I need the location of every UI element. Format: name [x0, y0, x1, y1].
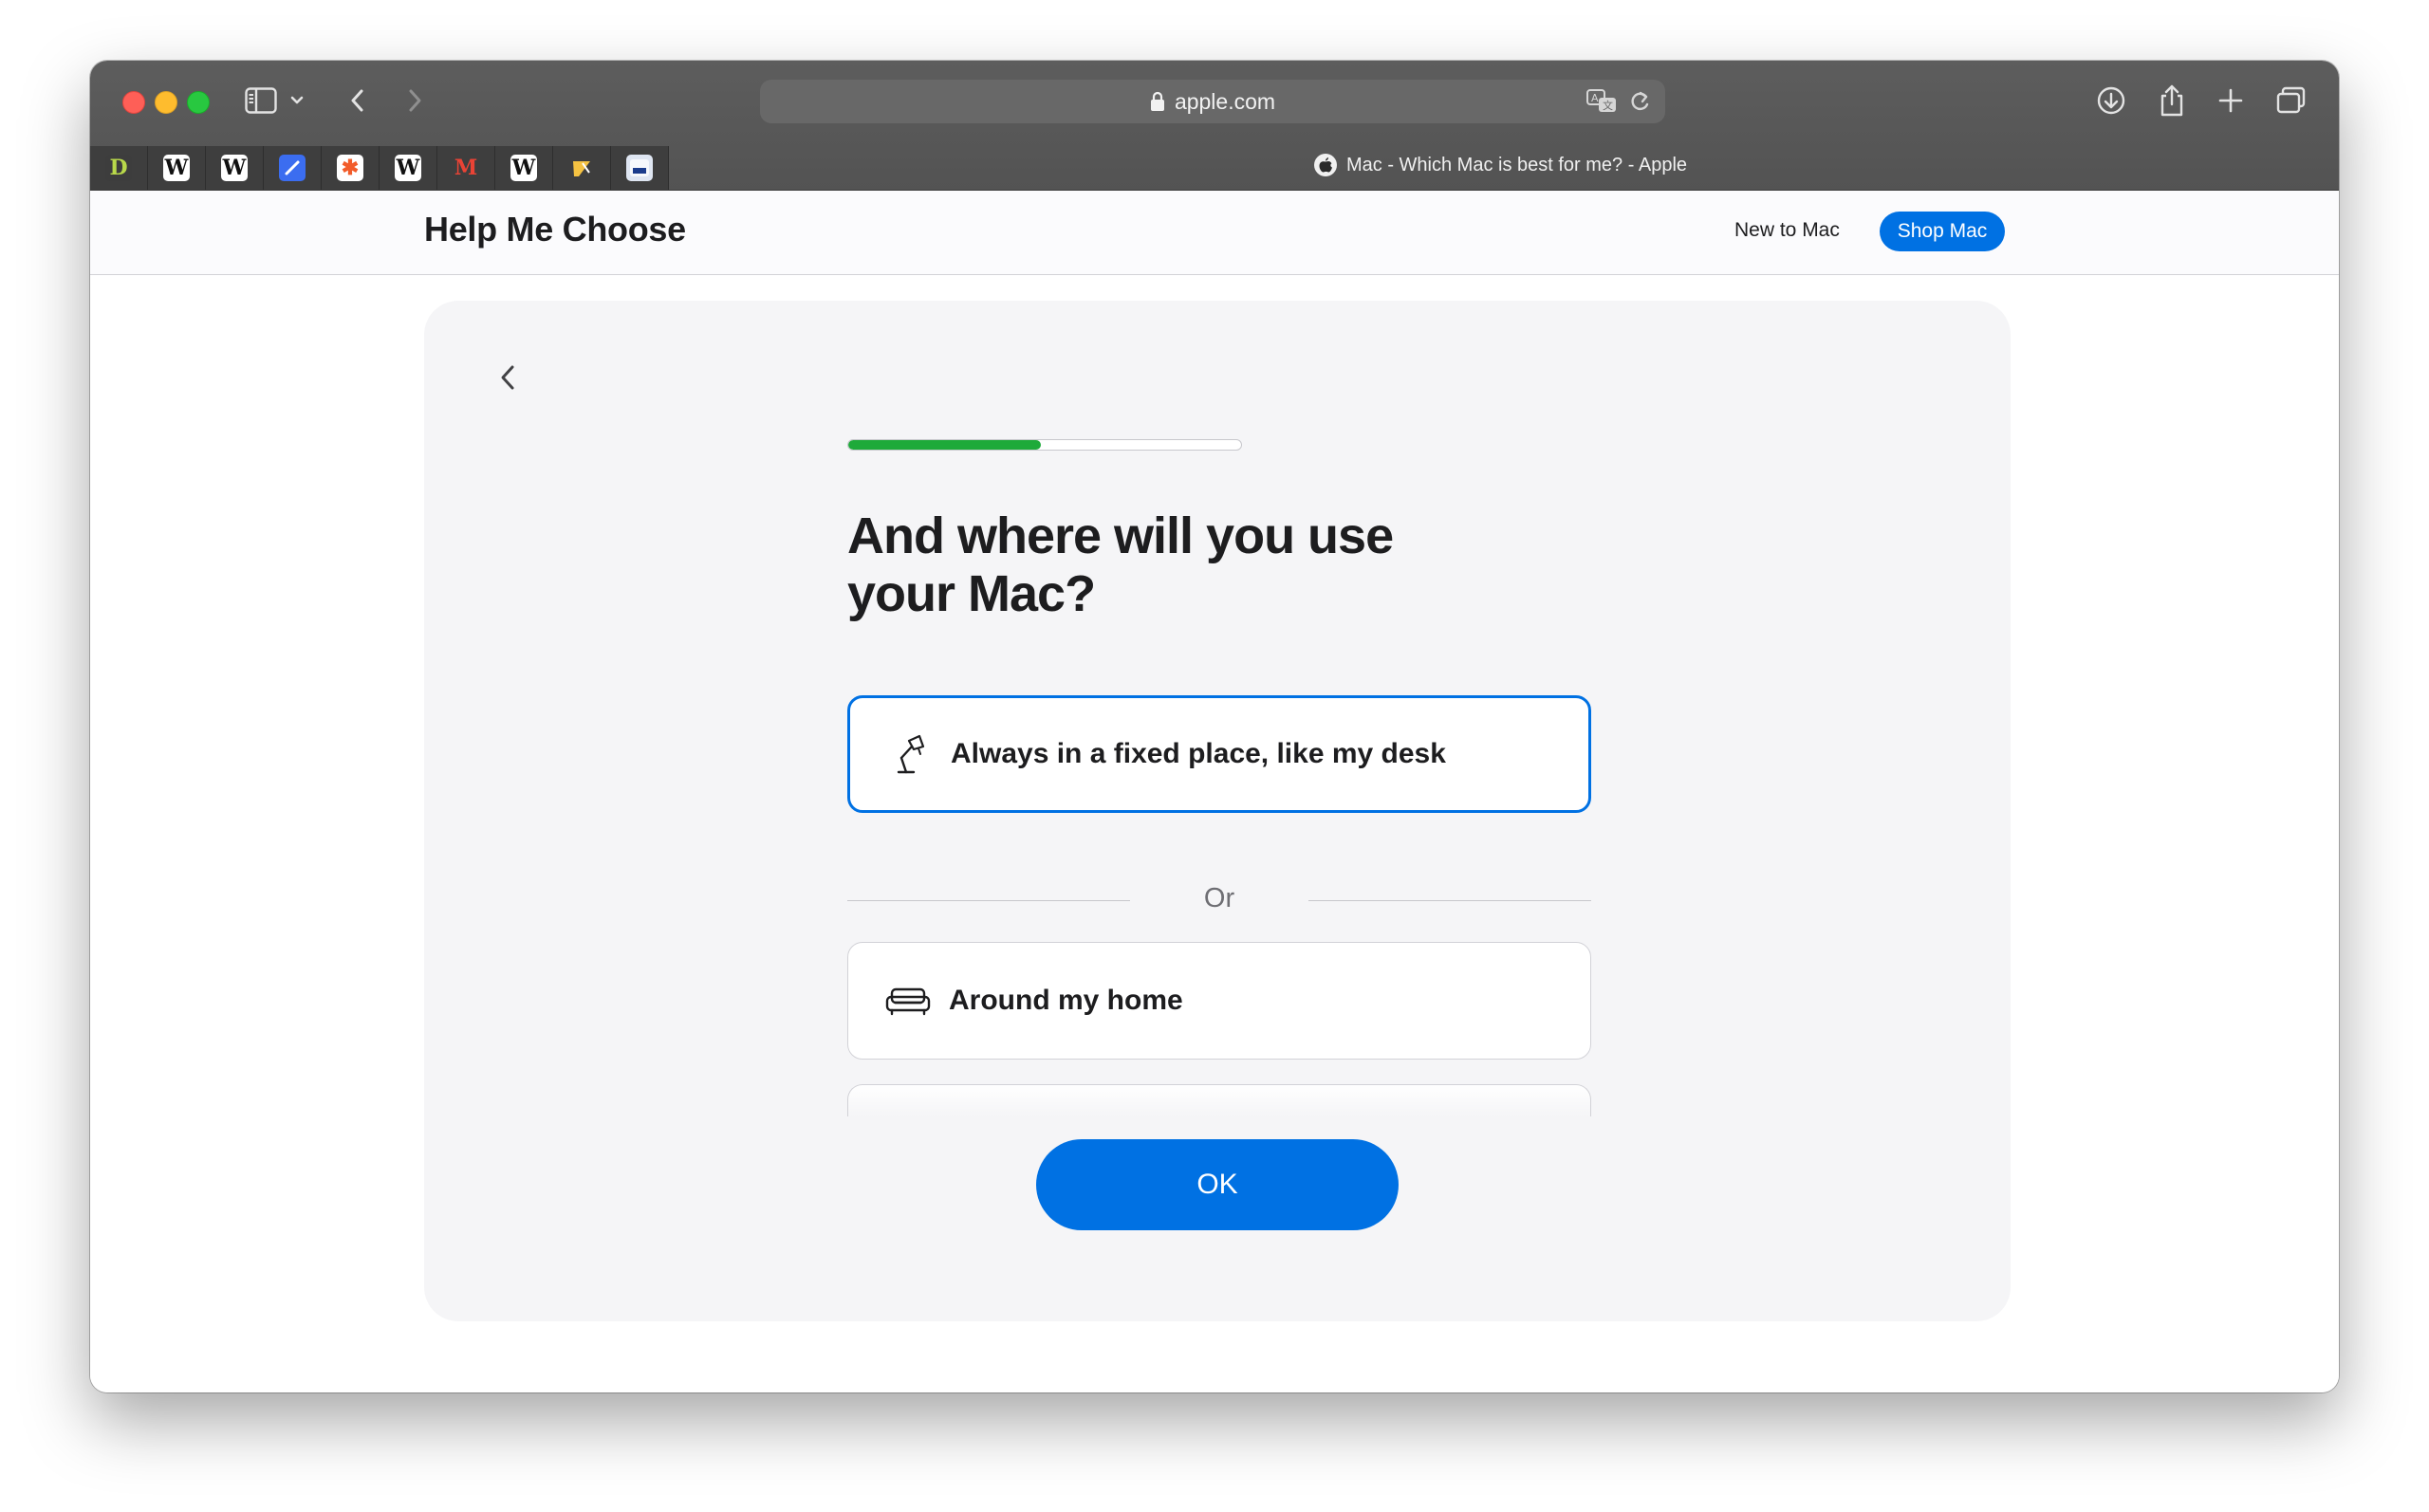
- quiz-card: And where will you use your Mac? Always …: [424, 301, 2011, 1321]
- window-app-icon: [626, 155, 653, 181]
- svg-text:A: A: [1591, 92, 1599, 104]
- ok-button[interactable]: OK: [1036, 1139, 1399, 1230]
- sofa-icon: [884, 986, 932, 1016]
- favorite-3[interactable]: [264, 146, 322, 190]
- quiz-question: And where will you use your Mac?: [847, 507, 1394, 622]
- screenshot-stage: apple.com A文 D W W ✱ W M W Mac - Which M…: [0, 0, 2429, 1512]
- favorite-7[interactable]: W: [495, 146, 553, 190]
- wikipedia-icon: W: [163, 155, 190, 181]
- share-icon[interactable]: [2153, 80, 2191, 121]
- favorite-4[interactable]: ✱: [322, 146, 380, 190]
- back-arrow-icon[interactable]: [339, 80, 377, 121]
- or-text: Or: [1203, 883, 1235, 913]
- page-title: Help Me Choose: [424, 210, 686, 249]
- option-fixed-place-label: Always in a fixed place, like my desk: [951, 738, 1446, 769]
- forward-arrow-icon[interactable]: [396, 80, 434, 121]
- translate-icon[interactable]: A文: [1585, 87, 1618, 121]
- pen-app-icon: [279, 155, 306, 181]
- tab-overview-icon[interactable]: [2272, 80, 2310, 121]
- shop-mac-button[interactable]: Shop Mac: [1880, 212, 2005, 251]
- minimize-window-button[interactable]: [155, 91, 177, 114]
- favorite-8[interactable]: [553, 146, 611, 190]
- asterisk-app-icon: ✱: [337, 155, 363, 181]
- browser-toolbar: apple.com A文 D W W ✱ W M W Mac - Which M…: [90, 61, 2339, 191]
- lock-icon: [1150, 91, 1165, 112]
- zoom-window-button[interactable]: [187, 91, 210, 114]
- active-tab[interactable]: Mac - Which Mac is best for me? - Apple: [1314, 154, 1687, 176]
- quiz-back-chevron-icon[interactable]: [498, 361, 519, 398]
- gmail-icon: M: [453, 155, 479, 181]
- favorites-bar: D W W ✱ W M W: [90, 146, 669, 190]
- wikipedia-icon: W: [510, 155, 537, 181]
- wikipedia-icon: W: [221, 155, 248, 181]
- favorite-0[interactable]: D: [90, 146, 148, 190]
- new-to-mac-link[interactable]: New to Mac: [1734, 219, 1840, 242]
- option-partially-visible[interactable]: [847, 1084, 1591, 1116]
- option-around-home[interactable]: Around my home: [847, 942, 1591, 1060]
- option-fixed-place[interactable]: Always in a fixed place, like my desk: [847, 695, 1591, 813]
- reload-icon[interactable]: [1627, 87, 1652, 121]
- new-tab-plus-icon[interactable]: [2212, 80, 2250, 121]
- downloads-icon[interactable]: [2092, 80, 2130, 121]
- translate-app-icon: [568, 155, 595, 181]
- sidebar-toggle-icon[interactable]: [242, 80, 280, 121]
- browser-window: apple.com A文 D W W ✱ W M W Mac - Which M…: [90, 61, 2339, 1392]
- d-app-icon: D: [105, 155, 132, 181]
- option-around-home-label: Around my home: [949, 985, 1183, 1016]
- tab-title-text: Mac - Which Mac is best for me? - Apple: [1346, 154, 1688, 175]
- local-nav: Help Me Choose New to Mac Shop Mac: [90, 191, 2339, 275]
- favorite-2[interactable]: W: [206, 146, 264, 190]
- quiz-progress-bar: [847, 439, 1242, 451]
- address-bar[interactable]: apple.com A文: [760, 80, 1665, 123]
- divider-line-right: [1308, 900, 1591, 901]
- or-divider: Or: [847, 881, 1591, 919]
- web-page: Help Me Choose New to Mac Shop Mac And w…: [90, 191, 2339, 1392]
- close-window-button[interactable]: [122, 91, 145, 114]
- favorite-5[interactable]: W: [380, 146, 437, 190]
- favorite-6[interactable]: M: [437, 146, 495, 190]
- svg-text:文: 文: [1603, 99, 1613, 112]
- desk-lamp-icon: [886, 733, 934, 775]
- chevron-down-icon[interactable]: [286, 80, 308, 121]
- apple-favicon-icon: [1314, 154, 1337, 176]
- quiz-progress-fill: [848, 440, 1041, 450]
- address-text: apple.com: [1174, 88, 1276, 114]
- favorite-9[interactable]: [611, 146, 669, 190]
- favorite-1[interactable]: W: [148, 146, 206, 190]
- wikipedia-icon: W: [395, 155, 421, 181]
